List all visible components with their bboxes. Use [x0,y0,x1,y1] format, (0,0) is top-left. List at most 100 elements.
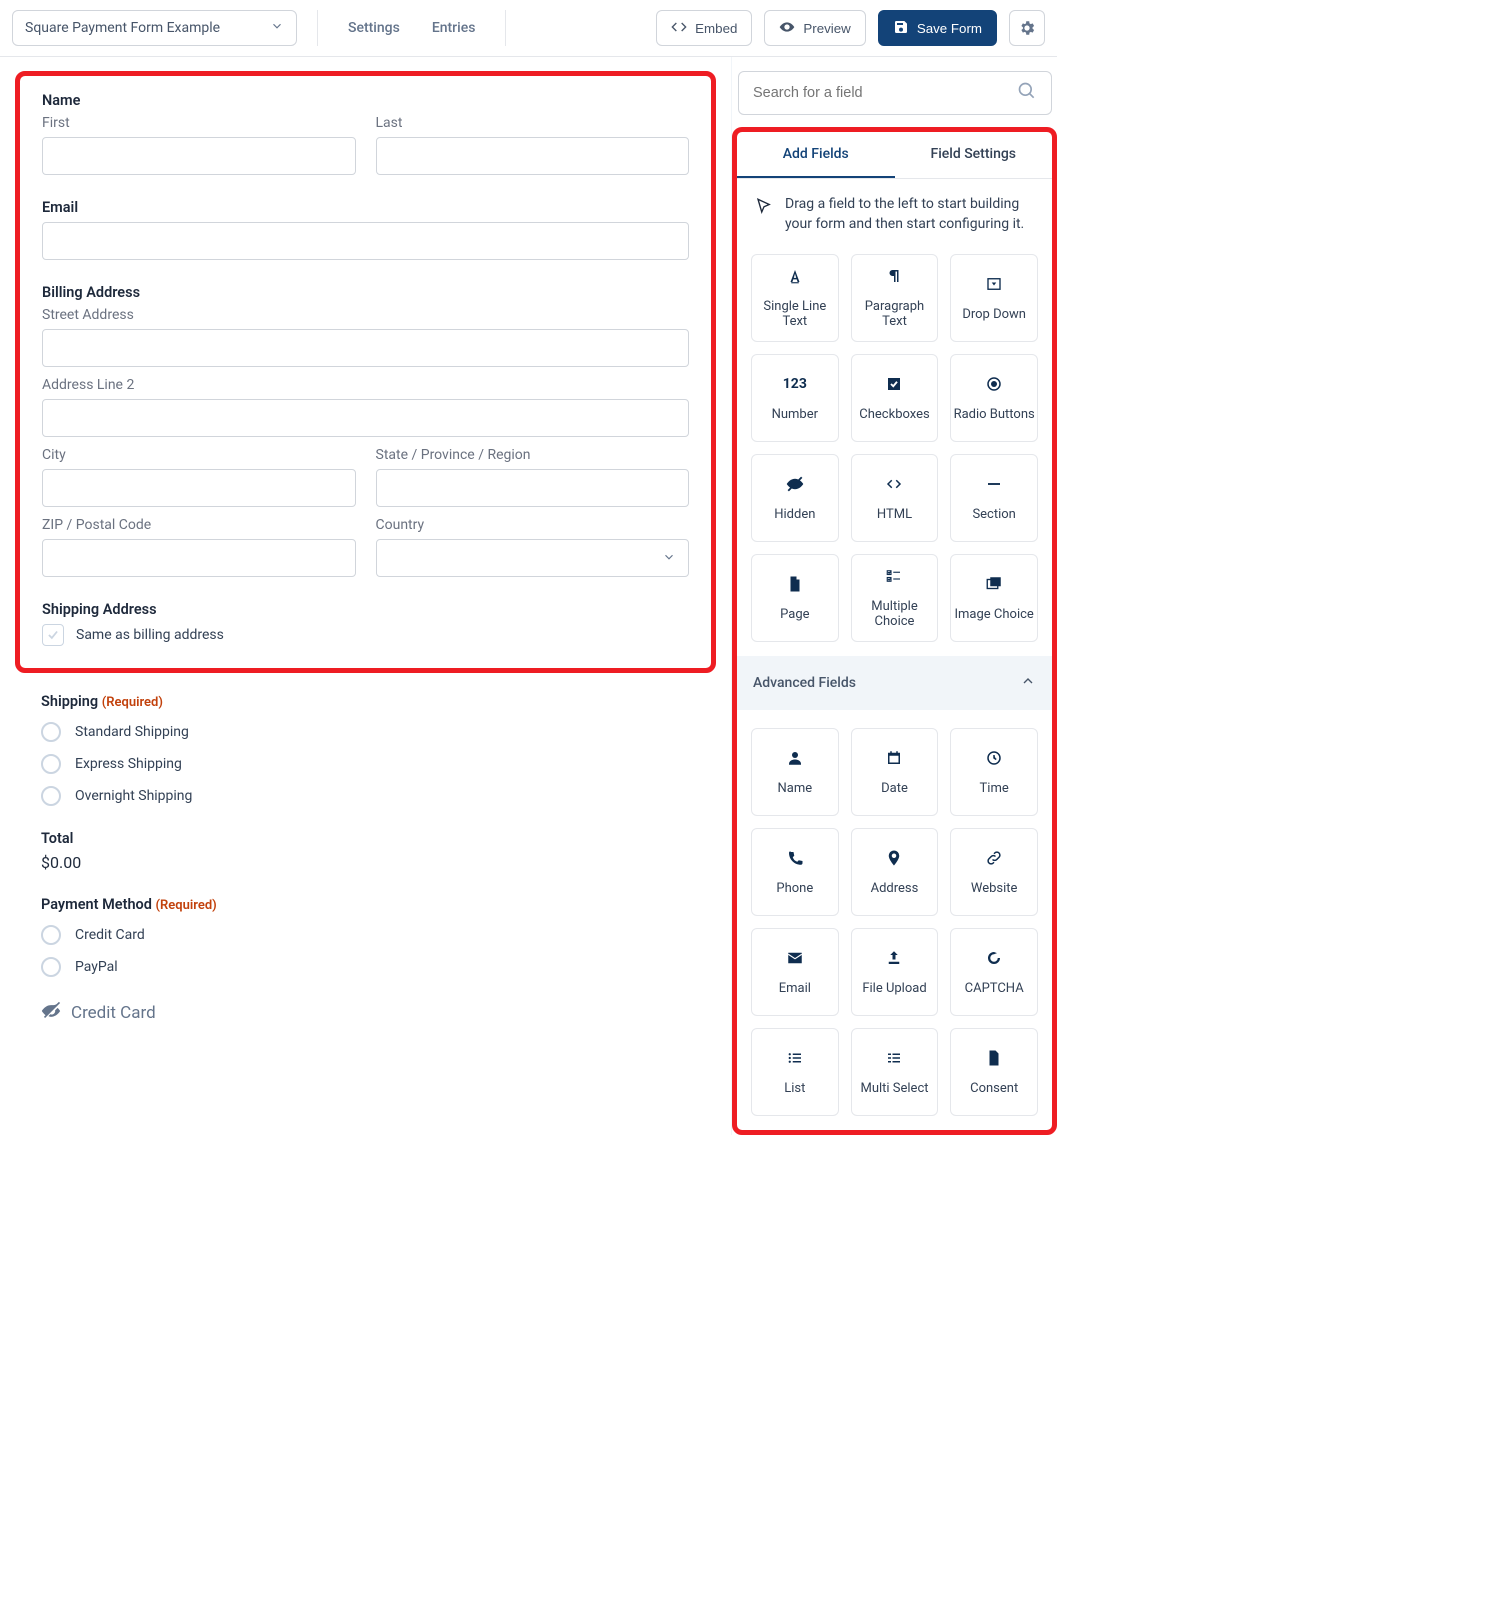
save-icon [893,19,909,38]
field-card-label: Address [871,881,919,896]
field-card-captcha[interactable]: CAPTCHA [950,928,1038,1016]
time-icon [985,749,1003,767]
multiple-choice-icon [885,567,903,585]
field-card-label: Email [779,981,811,996]
top-toolbar: Square Payment Form Example Settings Ent… [0,0,1057,57]
tab-add-fields[interactable]: Add Fields [737,132,895,178]
country-label: Country [376,517,690,533]
form-settings-button[interactable] [1009,10,1045,46]
highlighted-sidebar-region: Add Fields Field Settings Drag a field t… [732,127,1057,1135]
total-field[interactable]: Total $0.00 [41,830,690,872]
line2-label: Address Line 2 [42,377,689,393]
field-card-consent[interactable]: Consent [950,1028,1038,1116]
shipping-option[interactable]: Standard Shipping [41,722,690,742]
shipping-address-field[interactable]: Shipping Address Same as billing address [42,601,689,646]
entries-link[interactable]: Entries [422,20,486,36]
field-card-label: Drop Down [962,307,1026,322]
advanced-fields-header[interactable]: Advanced Fields [737,656,1052,710]
single-line-text-icon [786,267,804,285]
shipping-options-field[interactable]: Shipping (Required) Standard Shipping Ex… [41,693,690,806]
save-form-button[interactable]: Save Form [878,10,997,46]
field-card-file-upload[interactable]: File Upload [851,928,939,1016]
credit-card-section[interactable]: Credit Card [41,1001,690,1025]
field-card-phone[interactable]: Phone [751,828,839,916]
field-card-label: Checkboxes [859,407,929,422]
email-field[interactable]: Email [42,199,689,260]
last-name-input[interactable] [376,137,690,175]
search-input[interactable] [753,85,1017,101]
zip-input[interactable] [42,539,356,577]
field-card-website[interactable]: Website [950,828,1038,916]
image-choice-icon [985,575,1003,593]
last-name-label: Last [376,115,690,131]
radio-icon [41,754,61,774]
shipping-option[interactable]: Overnight Shipping [41,786,690,806]
field-card-label: Name [778,781,813,796]
field-card-paragraph-text[interactable]: Paragraph Text [851,254,939,342]
field-card-date[interactable]: Date [851,728,939,816]
field-card-radio-buttons[interactable]: Radio Buttons [950,354,1038,442]
field-card-time[interactable]: Time [950,728,1038,816]
paragraph-text-icon [885,267,903,285]
field-card-multi-select[interactable]: Multi Select [851,1028,939,1116]
state-input[interactable] [376,469,690,507]
gear-icon [1018,19,1036,37]
chevron-up-icon [1020,673,1036,693]
settings-link[interactable]: Settings [338,20,410,36]
form-selector[interactable]: Square Payment Form Example [12,10,297,46]
field-card-checkboxes[interactable]: Checkboxes [851,354,939,442]
billing-label: Billing Address [42,284,689,301]
highlighted-fields-region: Name First Last Email [15,71,716,673]
search-icon [1017,81,1037,105]
billing-address-field[interactable]: Billing Address Street Address Address L… [42,284,689,577]
field-card-list[interactable]: List [751,1028,839,1116]
field-card-label: HTML [877,507,912,522]
field-card-multiple-choice[interactable]: Multiple Choice [851,554,939,642]
street-input[interactable] [42,329,689,367]
street-label: Street Address [42,307,689,323]
field-card-single-line-text[interactable]: Single Line Text [751,254,839,342]
field-card-section[interactable]: Section [950,454,1038,542]
line2-input[interactable] [42,399,689,437]
field-card-name[interactable]: Name [751,728,839,816]
field-card-label: Radio Buttons [954,407,1035,422]
first-name-input[interactable] [42,137,356,175]
payment-option[interactable]: Credit Card [41,925,690,945]
city-input[interactable] [42,469,356,507]
field-card-drop-down[interactable]: Drop Down [950,254,1038,342]
same-as-billing-row[interactable]: Same as billing address [42,624,689,646]
payment-method-field[interactable]: Payment Method (Required) Credit Card Pa… [41,896,690,977]
field-search[interactable] [738,71,1052,115]
city-label: City [42,447,356,463]
section-icon [985,475,1003,493]
field-card-number[interactable]: 123Number [751,354,839,442]
field-card-address[interactable]: Address [851,828,939,916]
chevron-down-icon [270,19,284,37]
name-field[interactable]: Name First Last [42,92,689,175]
embed-button[interactable]: Embed [656,10,752,46]
field-card-page[interactable]: Page [751,554,839,642]
payment-option[interactable]: PayPal [41,957,690,977]
country-select[interactable] [376,539,690,577]
email-input[interactable] [42,222,689,260]
shipping-option[interactable]: Express Shipping [41,754,690,774]
captcha-icon [985,949,1003,967]
shipping-address-label: Shipping Address [42,601,689,618]
field-card-email[interactable]: Email [751,928,839,1016]
tab-field-settings[interactable]: Field Settings [895,132,1053,178]
zip-label: ZIP / Postal Code [42,517,356,533]
field-card-label: List [784,1081,805,1096]
eye-icon [779,19,795,38]
multi-select-icon [885,1049,903,1067]
radio-icon [41,925,61,945]
drop-down-icon [985,275,1003,293]
field-card-image-choice[interactable]: Image Choice [950,554,1038,642]
required-tag: (Required) [156,898,217,913]
preview-button[interactable]: Preview [764,10,865,46]
cursor-icon [755,197,773,215]
field-card-html[interactable]: HTML [851,454,939,542]
field-card-hidden[interactable]: Hidden [751,454,839,542]
standard-fields-grid: Single Line TextParagraph Text Drop Down 1… [737,236,1052,656]
state-label: State / Province / Region [376,447,690,463]
name-label: Name [42,92,689,109]
